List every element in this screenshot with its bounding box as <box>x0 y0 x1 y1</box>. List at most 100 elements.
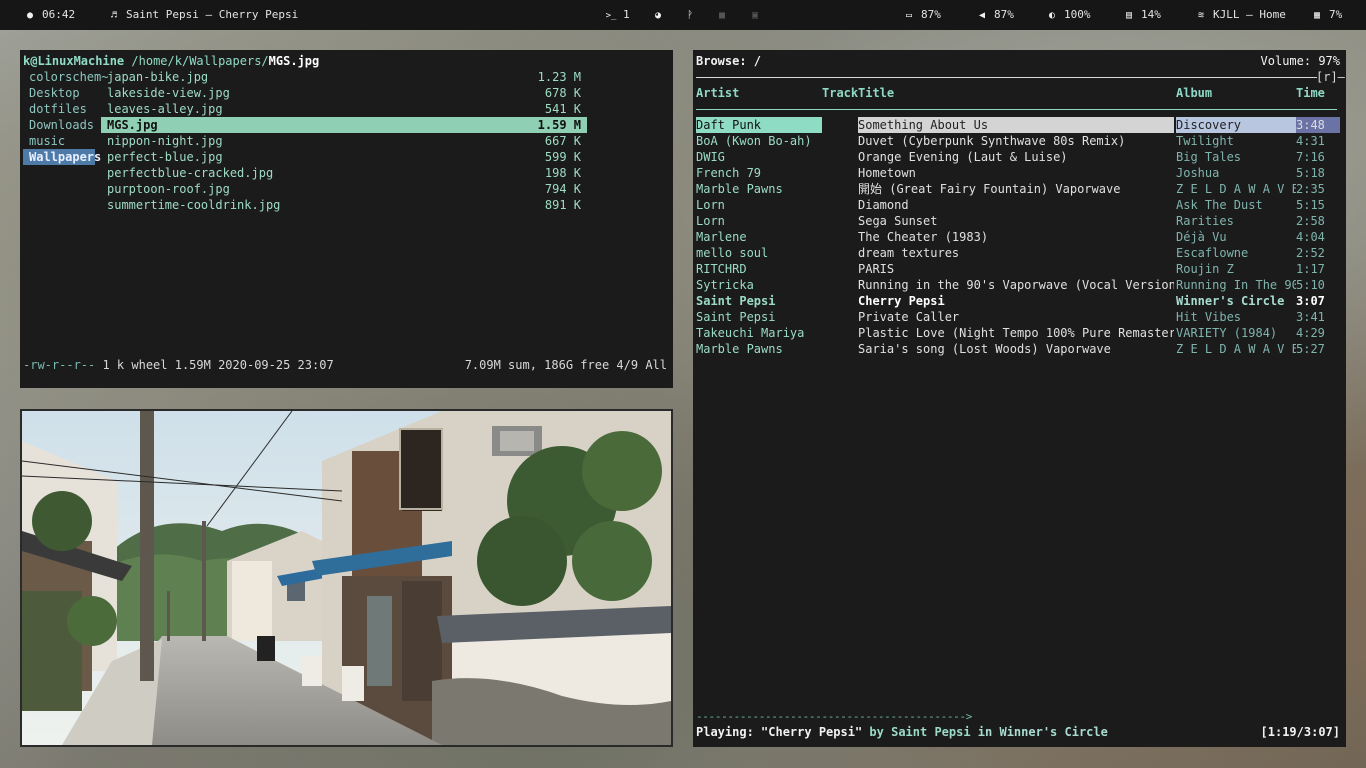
track-row[interactable]: French 79 Hometown Joshua 5:18 <box>696 165 1340 181</box>
file-name: leaves-alley.jpg <box>107 102 223 116</box>
workspace-git[interactable]: ᚹ <box>684 0 702 30</box>
track-time: 4:04 <box>1296 230 1325 244</box>
cmus-music-player-window[interactable]: Browse: / Volume: 97% [r]– Artist Track … <box>693 50 1346 747</box>
browse-path: Browse: / <box>696 54 762 68</box>
wifi-icon: ≋ <box>1197 10 1205 21</box>
file-row[interactable]: perfectblue-cracked.jpg 198 K <box>101 165 587 181</box>
track-row[interactable]: Marble Pawns 開始 (Great Fairy Fountain) Va… <box>696 181 1340 197</box>
file-row[interactable]: summertime-cooldrink.jpg 891 K <box>101 197 587 213</box>
track-row[interactable]: BoA (Kwon Bo-ah) Duvet (Cyberpunk Synthwa… <box>696 133 1340 149</box>
file-row[interactable]: perfect-blue.jpg 599 K <box>101 149 587 165</box>
track-title: Saria's song (Lost Woods) Vaporwave <box>858 342 1111 356</box>
track-title: PARIS <box>858 262 895 276</box>
workspace-browser[interactable]: ◕ <box>652 0 670 30</box>
track-row[interactable]: Marlene The Cheater (1983) Déjà Vu 4:04 <box>696 229 1340 245</box>
dir-item[interactable]: Downloads <box>23 117 95 133</box>
memory-widget: ▤ 14% <box>1123 0 1161 30</box>
track-time: 4:31 <box>1296 134 1325 148</box>
volume-widget[interactable]: ◀ 87% <box>976 0 1014 30</box>
git-branch-icon: ᚹ <box>687 10 693 21</box>
file-size: 1.59 M <box>537 118 581 132</box>
playback-progress-bar[interactable]: ----------------------------------------… <box>696 709 972 725</box>
workspace-1[interactable]: >_ 1 <box>605 0 630 30</box>
track-row[interactable]: RITCHRD PARIS Roujin Z 1:17 <box>696 261 1340 277</box>
file-row[interactable]: leaves-alley.jpg 541 K <box>101 101 587 117</box>
track-artist: Saint Pepsi <box>696 294 776 308</box>
track-artist: DWIG <box>696 150 725 164</box>
track-artist: Takeuchi Mariya <box>696 326 805 340</box>
playback-position: [1:19/3:07] <box>1260 725 1340 739</box>
track-row-playing[interactable]: Saint Pepsi Cherry Pepsi Winner's Circle 3:… <box>696 293 1340 309</box>
dir-item[interactable]: dotfiles <box>23 101 95 117</box>
current-path: /home/k/Wallpapers/ <box>131 54 269 68</box>
file-size: 891 K <box>544 198 581 212</box>
track-artist: Daft Punk <box>696 117 822 133</box>
ranger-file-manager-window[interactable]: k@LinuxMachine /home/k/Wallpapers/MGS.jp… <box>20 50 673 388</box>
file-info: 1 k wheel 1.59M 2020-09-25 23:07 <box>95 358 334 372</box>
track-artist: Lorn <box>696 198 725 212</box>
playing-artist: Saint Pepsi <box>891 725 971 739</box>
track-album: Twilight <box>1176 134 1234 148</box>
playing-in: in <box>970 725 1000 739</box>
wifi-widget[interactable]: ≋ KJLL – Home <box>1195 0 1286 30</box>
file-row[interactable]: lakeside-view.jpg 678 K <box>101 85 587 101</box>
track-title: The Cheater (1983) <box>858 230 989 244</box>
track-artist: Marble Pawns <box>696 342 783 356</box>
file-permissions: -rw-r--r-- <box>23 358 96 372</box>
media-icon: ▣ <box>751 10 759 21</box>
folder-icon: ■ <box>718 10 726 21</box>
track-row[interactable]: mello soul dream textures Escaflowne 2:52 <box>696 245 1340 261</box>
header-divider <box>696 77 1317 78</box>
track-artist: Marble Pawns <box>696 182 783 196</box>
dir-item[interactable]: music <box>23 133 95 149</box>
file-name: summertime-cooldrink.jpg <box>107 198 281 212</box>
header-album[interactable]: Album <box>1176 85 1296 101</box>
now-playing-widget: ♬ Saint Pepsi – Cherry Pepsi <box>108 0 298 30</box>
track-row-selected[interactable]: Daft Punk Something About Us Discovery 3:48 <box>696 117 1340 133</box>
track-time: 2:35 <box>1296 182 1325 196</box>
file-row[interactable]: nippon-night.jpg 667 K <box>101 133 587 149</box>
header-time[interactable]: Time <box>1296 85 1340 101</box>
dir-item[interactable]: Desktop <box>23 85 95 101</box>
track-artist: mello soul <box>696 246 769 260</box>
volume-text: 87% <box>994 8 1014 21</box>
browser-icon: ◕ <box>654 10 662 21</box>
workspace-files[interactable]: ■ <box>716 0 734 30</box>
header-artist[interactable]: Artist <box>696 85 822 101</box>
dir-item-selected[interactable]: Wallpapers <box>23 149 101 165</box>
track-row[interactable]: Lorn Sega Sunset Rarities 2:58 <box>696 213 1340 229</box>
track-title: 開始 (Great Fairy Fountain) Vaporwave <box>858 182 1121 196</box>
track-title: Plastic Love (Night Tempo 100% Pure Rema… <box>858 326 1174 340</box>
track-album: Z E L D A W A V E <box>1176 342 1296 356</box>
battery-widget: ▭ 87% <box>903 0 941 30</box>
file-name: MGS.jpg <box>107 118 158 132</box>
track-album: Escaflowne <box>1176 246 1249 260</box>
header-title[interactable]: Title <box>858 85 1174 101</box>
playing-by: by <box>862 725 892 739</box>
track-row[interactable]: Takeuchi Mariya Plastic Love (Night Tempo… <box>696 325 1340 341</box>
file-name: perfectblue-cracked.jpg <box>107 166 274 180</box>
track-row[interactable]: Sytricka Running in the 90's Vaporwave (V… <box>696 277 1340 293</box>
track-row[interactable]: Saint Pepsi Private Caller Hit Vibes 3:41 <box>696 309 1340 325</box>
file-row-selected[interactable]: MGS.jpg 1.59 M <box>101 117 587 133</box>
track-time: 7:16 <box>1296 150 1325 164</box>
track-title: Diamond <box>858 198 909 212</box>
header-track[interactable]: Track <box>822 85 858 101</box>
browse-header: Browse: / Volume: 97% <box>696 53 1340 69</box>
track-time: 4:29 <box>1296 326 1325 340</box>
track-album: Big Tales <box>1176 150 1242 164</box>
track-title: Cherry Pepsi <box>858 294 945 308</box>
workspace-media[interactable]: ▣ <box>749 0 767 30</box>
terminal-icon: >_ <box>605 11 617 21</box>
track-row[interactable]: Lorn Diamond Ask The Dust 5:15 <box>696 197 1340 213</box>
volume-icon: ◀ <box>978 10 986 21</box>
track-row[interactable]: DWIG Orange Evening (Laut & Luise) Big Tal… <box>696 149 1340 165</box>
file-row[interactable]: japan-bike.jpg 1.23 M <box>101 69 587 85</box>
track-row[interactable]: Marble Pawns Saria's song (Lost Woods) Va… <box>696 341 1340 357</box>
track-title: Private Caller <box>858 310 960 324</box>
track-album: Joshua <box>1176 166 1220 180</box>
file-name: purptoon-roof.jpg <box>107 182 230 196</box>
file-row[interactable]: purptoon-roof.jpg 794 K <box>101 181 587 197</box>
cpu-widget: ▦ 7% <box>1311 0 1342 30</box>
dir-item[interactable]: colorschem~ <box>23 69 108 85</box>
